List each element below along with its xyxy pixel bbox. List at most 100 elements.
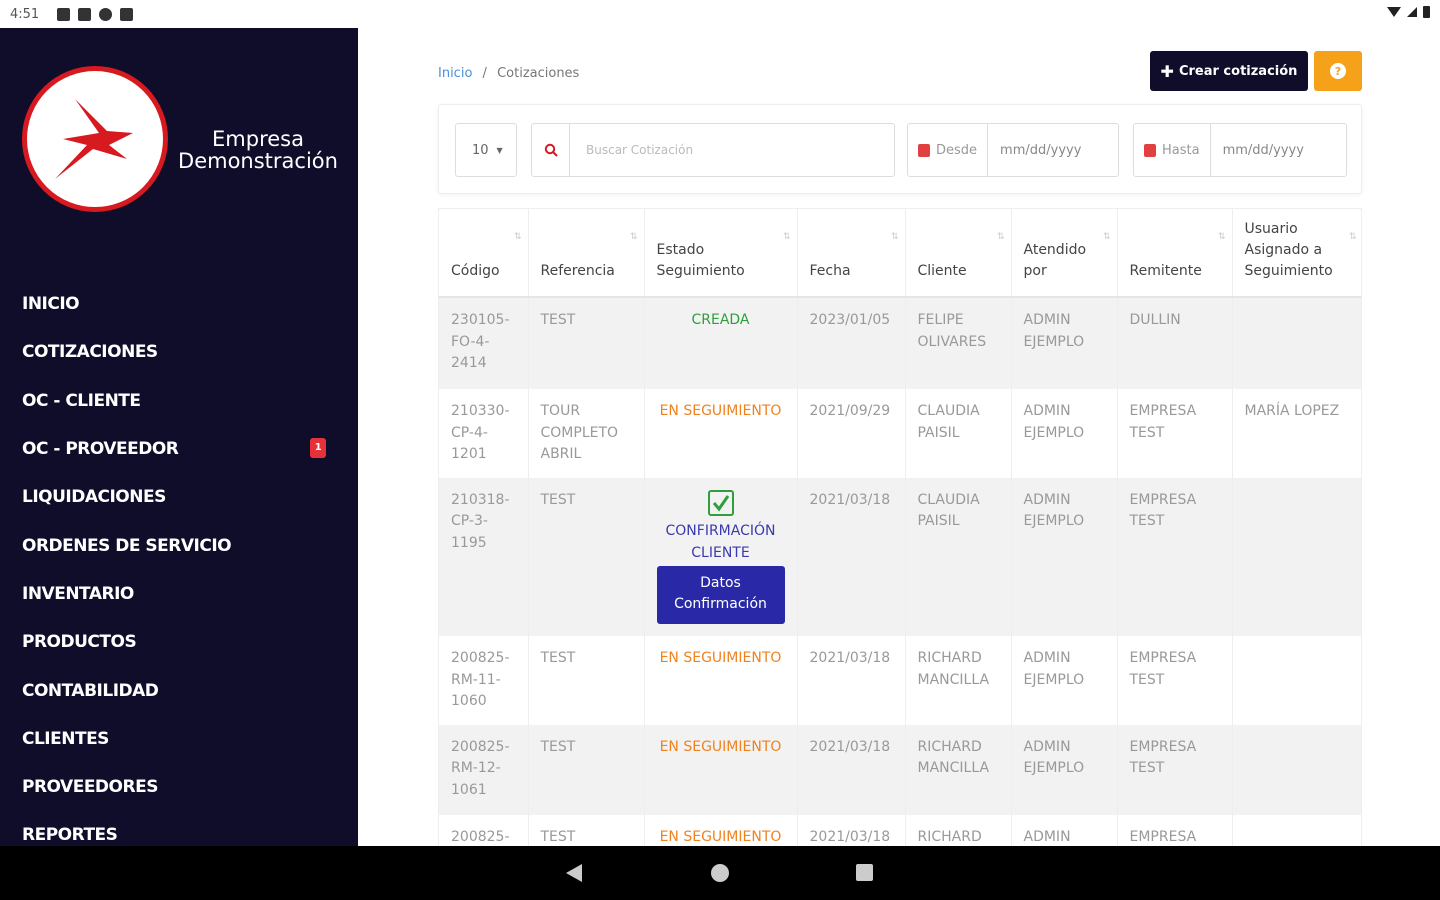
cell-estado: EN SEGUIMIENTO [644,636,798,725]
column-header-cliente[interactable]: Cliente ⇅ [905,209,1012,298]
date-to-field[interactable]: Hasta mm/dd/yyyy [1133,123,1347,177]
notification-badge: 1 [310,437,326,458]
cell-cliente: RICHARD MANCILLA [905,636,1012,725]
caret-down-icon: ▼ [496,145,503,155]
column-header-atendido[interactable]: Atendido por ⇅ [1011,209,1118,298]
sidebar-item-proveedores[interactable]: PROVEEDORES [22,763,342,811]
breadcrumb-home-link[interactable]: Inicio [438,66,472,81]
date-from-text: Desde [936,142,978,158]
cell-usuario: MARÍA LOPEZ [1232,389,1361,478]
main-content: Inicio / Cotizaciones ✚ Crear cotización… [358,28,1440,846]
sidebar-item-oc-cliente[interactable]: OC - CLIENTE [22,377,342,425]
cell-codigo: 200825- [439,814,529,846]
sidebar-nav: INICIO COTIZACIONES OC - CLIENTE OC - PR… [22,280,342,846]
cell-atendido: ADMIN EJEMPLO [1011,636,1118,725]
signal-icon [1407,7,1417,17]
breadcrumb-separator: / [482,66,487,81]
column-label: Atendido por [1023,242,1087,279]
cell-usuario [1232,297,1361,389]
column-header-fecha[interactable]: Fecha ⇅ [797,209,906,298]
cell-referencia: TEST [528,636,645,725]
sync-icon [99,7,113,21]
date-from-input[interactable]: mm/dd/yyyy [988,124,1118,176]
sidebar-item-cotizaciones[interactable]: COTIZACIONES [22,328,342,376]
column-label: Referencia [540,263,615,279]
cell-atendido: ADMIN EJEMPLO [1011,477,1118,636]
cell-referencia: TEST [528,297,645,389]
sidebar-item-clientes[interactable]: CLIENTES [22,715,342,763]
table-row[interactable]: 200825- TEST EN SEGUIMIENTO 2021/03/18 R… [439,814,1361,846]
sidebar-item-productos[interactable]: PRODUCTOS [22,618,342,666]
sidebar-item-label: ORDENES DE SERVICIO [22,535,232,556]
recent-apps-icon[interactable] [856,864,873,881]
cell-estado: EN SEGUIMIENTO [644,389,798,478]
cell-remitente: EMPRESA TEST [1117,724,1233,815]
date-to-label: Hasta [1134,124,1211,176]
cell-usuario [1232,814,1361,846]
cell-referencia: TEST [528,814,645,846]
brand-line-2: Demonstración [178,149,338,173]
clipboard-icon [120,7,134,21]
table-header-row: Código ⇅ Referencia ⇅ Estado Seguimiento ⇅ … [439,209,1361,298]
column-header-codigo[interactable]: Código ⇅ [439,209,529,298]
sidebar-item-reportes[interactable]: REPORTES [22,811,342,846]
cell-fecha: 2021/03/18 [797,477,906,636]
column-label: Remitente [1129,263,1202,279]
wifi-icon [1387,7,1401,17]
cell-usuario [1232,636,1361,725]
cell-estado: EN SEGUIMIENTO [644,814,798,846]
search-input[interactable]: Buscar Cotización [570,124,894,176]
table-row[interactable]: 210318-CP-3-1195 TEST CONFIRMACIÓN CLIEN… [439,477,1361,636]
cell-atendido: ADMIN EJEMPLO [1011,389,1118,478]
create-quote-label: Crear cotización [1178,63,1298,79]
confirmation-data-button[interactable]: Datos Confirmación [656,566,785,624]
column-header-usuario[interactable]: Usuario Asignado a Seguimiento ⇅ [1232,209,1361,298]
back-icon[interactable] [566,864,582,882]
sidebar-item-ordenes-de-servicio[interactable]: ORDENES DE SERVICIO [22,521,342,569]
sort-icon: ⇅ [1217,232,1226,242]
cell-cliente: RICHARD MANCILLA [905,724,1012,815]
mail-icon [78,7,92,21]
sidebar-item-contabilidad[interactable]: CONTABILIDAD [22,666,342,714]
column-header-estado[interactable]: Estado Seguimiento ⇅ [644,209,798,298]
sidebar-item-label: INVENTARIO [22,583,134,604]
plus-icon: ✚ [1160,61,1174,81]
sidebar-item-liquidaciones[interactable]: LIQUIDACIONES [22,473,342,521]
sort-icon: ⇅ [513,232,522,242]
create-quote-button[interactable]: ✚ Crear cotización [1150,51,1308,91]
cell-estado: CONFIRMACIÓN CLIENTE Datos Confirmación [644,477,798,636]
cell-cliente: RICHARD [905,814,1012,846]
table-row[interactable]: 230105-FO-4-2414 TEST CREADA 2023/01/05 … [439,297,1361,389]
cell-codigo: 200825-RM-11-1060 [439,636,529,725]
cell-referencia: TEST [528,724,645,815]
cell-remitente: EMPRESA [1117,814,1233,846]
help-button[interactable]: ? [1314,51,1362,91]
column-label: Usuario Asignado a Seguimiento [1244,221,1333,279]
table-row[interactable]: 210330-CP-4-1201 TOUR COMPLETO ABRIL EN … [439,389,1361,478]
cell-remitente: EMPRESA TEST [1117,636,1233,725]
sidebar-item-inicio[interactable]: INICIO [22,280,342,328]
company-logo[interactable] [22,66,168,212]
sidebar-item-label: PRODUCTOS [22,632,137,653]
sidebar-item-label: LIQUIDACIONES [22,487,166,508]
home-icon[interactable] [711,864,729,882]
sidebar-item-inventario[interactable]: INVENTARIO [22,570,342,618]
date-to-input[interactable]: mm/dd/yyyy [1211,124,1346,176]
page-size-select[interactable]: 10 ▼ [455,123,517,177]
cell-atendido: ADMIN EJEMPLO [1011,724,1118,815]
column-header-remitente[interactable]: Remitente ⇅ [1117,209,1233,298]
search-box[interactable]: Buscar Cotización [531,123,895,177]
cell-fecha: 2021/09/29 [797,389,906,478]
date-from-field[interactable]: Desde mm/dd/yyyy [907,123,1119,177]
cell-codigo: 200825-RM-12-1061 [439,724,529,815]
sidebar-item-oc-proveedor[interactable]: OC - PROVEEDOR 1 [22,425,342,473]
search-icon [532,124,570,176]
system-icons [1387,6,1430,18]
table-row[interactable]: 200825-RM-12-1061 TEST EN SEGUIMIENTO 20… [439,724,1361,815]
system-navigation-bar [0,846,1440,900]
cell-remitente: EMPRESA TEST [1117,389,1233,478]
table-row[interactable]: 200825-RM-11-1060 TEST EN SEGUIMIENTO 20… [439,636,1361,725]
notification-icons [57,7,134,21]
column-header-referencia[interactable]: Referencia ⇅ [528,209,645,298]
column-label: Fecha [809,263,851,279]
